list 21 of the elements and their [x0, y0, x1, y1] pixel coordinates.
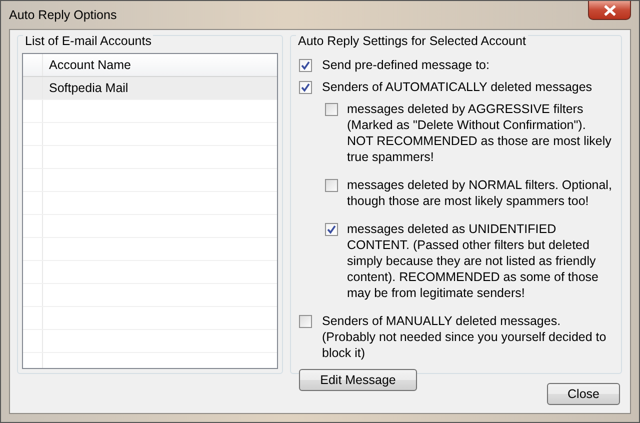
- option-label: Senders of AUTOMATICALLY deleted messages: [322, 79, 592, 95]
- checkbox[interactable]: [325, 103, 338, 116]
- group-title: Auto Reply Settings for Selected Account: [296, 34, 528, 48]
- option-label: Senders of MANUALLY deleted messages. (Probably not needed since you yourself decided to block it): [322, 313, 608, 361]
- checkbox[interactable]: [299, 315, 312, 328]
- group-title: List of E-mail Accounts: [23, 34, 154, 48]
- edit-message-button[interactable]: Edit Message: [299, 369, 417, 391]
- account-name: Softpedia Mail: [48, 80, 130, 97]
- close-button[interactable]: Close: [547, 383, 620, 405]
- option-label: messages deleted by AGGRESSIVE filters (Marked as "Delete Without Confirmation"). NOT RECOMMENDED as those are most likely true spammers!: [347, 101, 612, 165]
- checkbox[interactable]: [299, 81, 312, 94]
- checkbox[interactable]: [299, 59, 312, 72]
- window-title: Auto Reply Options: [9, 8, 117, 22]
- account-row[interactable]: Softpedia Mail: [23, 77, 277, 100]
- checkbox[interactable]: [325, 223, 338, 236]
- option-label: messages deleted as UNIDENTIFIED CONTENT. (Passed other filters but deleted simply because they are not listed as friendly content). RECOMMENDED as some of those may be from legitimate senders!: [347, 221, 600, 301]
- close-window-button[interactable]: [588, 1, 631, 20]
- option-label: Send pre-defined message to:: [322, 57, 490, 73]
- checkbox[interactable]: [325, 179, 338, 192]
- close-icon: [604, 4, 616, 16]
- option-label: messages deleted by NORMAL filters. Optional, though those are most likely spammers too!: [347, 177, 613, 209]
